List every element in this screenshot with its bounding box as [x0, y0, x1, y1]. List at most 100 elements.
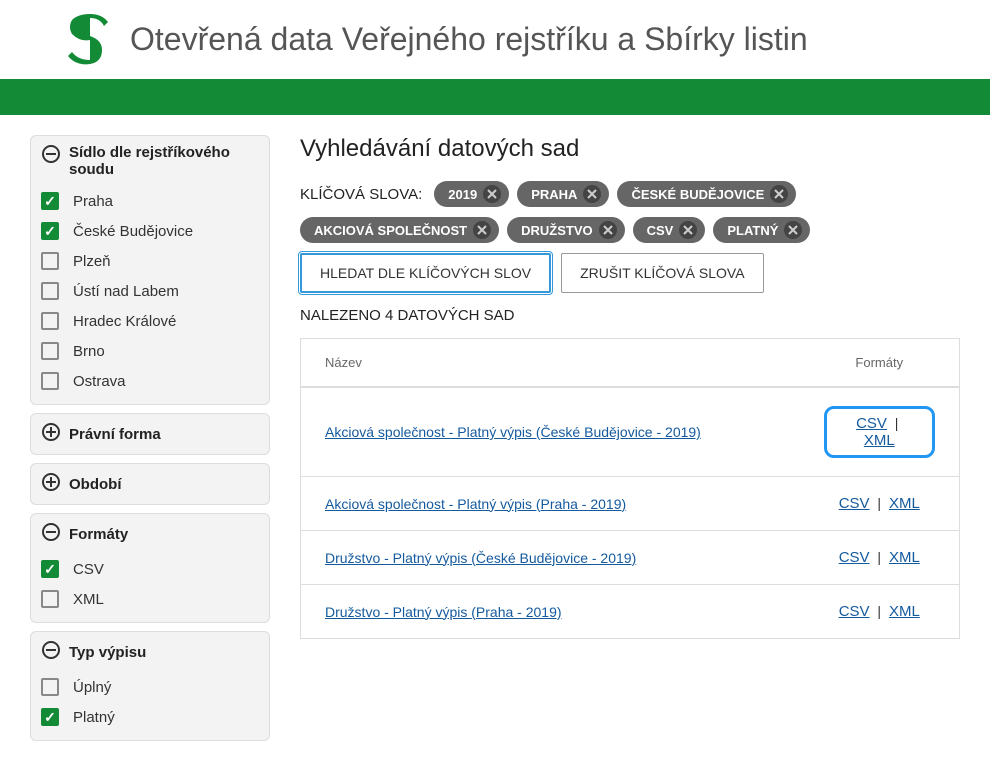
logo	[60, 12, 115, 67]
filter-title: Sídlo dle rejstříkového soudu	[69, 144, 259, 178]
filter-section: Typ výpisu Úplný ✓Platný	[30, 631, 270, 741]
filter-item[interactable]: ✓Platný	[41, 702, 259, 732]
keyword-chip: ČESKÉ BUDĚJOVICE	[617, 181, 796, 207]
button-row: HLEDAT DLE KLÍČOVÝCH SLOV ZRUŠIT KLÍČOVÁ…	[300, 253, 960, 293]
filter-item-label: České Budějovice	[73, 223, 193, 240]
filter-item[interactable]: ✓ Praha	[41, 186, 259, 216]
csv-link[interactable]: CSV	[839, 603, 870, 620]
filter-header[interactable]: Sídlo dle rejstříkového soudu	[31, 136, 269, 186]
formats-wrap: CSV | XML	[839, 603, 920, 619]
filter-item-label: Úplný	[73, 679, 111, 696]
filter-header[interactable]: Formáty	[31, 514, 269, 554]
filter-title: Typ výpisu	[69, 644, 146, 661]
remove-chip-icon[interactable]	[473, 221, 491, 239]
checkbox[interactable]	[41, 342, 59, 360]
remove-chip-icon[interactable]	[583, 185, 601, 203]
format-separator: |	[870, 603, 889, 619]
keyword-chip: AKCIOVÁ SPOLEČNOST	[300, 217, 499, 243]
clear-keywords-button[interactable]: ZRUŠIT KLÍČOVÁ SLOVA	[561, 253, 763, 293]
formats-wrap: CSV | XML	[839, 549, 920, 565]
table-row: Akciová společnost - Platný výpis (České…	[301, 387, 960, 477]
column-header-formats: Formáty	[800, 339, 960, 388]
xml-link[interactable]: XML	[889, 495, 920, 512]
xml-link[interactable]: XML	[889, 603, 920, 620]
filter-section: Formáty ✓ CSV XML	[30, 513, 270, 623]
chip-label: DRUŽSTVO	[521, 223, 593, 238]
collapse-icon	[41, 522, 61, 546]
format-separator: |	[887, 415, 903, 431]
filter-section: Sídlo dle rejstříkového soudu ✓ Praha ✓ Česk…	[30, 135, 270, 405]
results-table: Název Formáty Akciová společnost - Platn…	[300, 338, 960, 639]
checkbox[interactable]	[41, 678, 59, 696]
filter-item[interactable]: ✓ České Budějovice	[41, 216, 259, 246]
checkbox[interactable]	[41, 372, 59, 390]
filter-item[interactable]: Ústí nad Labem	[41, 276, 259, 306]
keyword-chip: DRUŽSTVO	[507, 217, 625, 243]
navbar	[0, 79, 990, 115]
csv-link[interactable]: CSV	[839, 549, 870, 566]
formats-wrap: CSV | XML	[839, 495, 920, 511]
remove-chip-icon[interactable]	[770, 185, 788, 203]
filter-item[interactable]: Hradec Králové	[41, 306, 259, 336]
table-row: Družstvo - Platný výpis (České Budějovic…	[301, 531, 960, 585]
filter-item[interactable]: XML	[41, 584, 259, 614]
filter-item[interactable]: Plzeň	[41, 246, 259, 276]
filter-item-label: Brno	[73, 343, 105, 360]
header: Otevřená data Veřejného rejstříku a Sbír…	[0, 0, 990, 79]
keyword-chip: PRAHA	[517, 181, 609, 207]
chip-label: PRAHA	[531, 187, 577, 202]
table-row: Akciová společnost - Platný výpis (Praha…	[301, 477, 960, 531]
search-button[interactable]: HLEDAT DLE KLÍČOVÝCH SLOV	[300, 253, 551, 293]
app-title: Otevřená data Veřejného rejstříku a Sbír…	[130, 21, 808, 58]
dataset-link[interactable]: Družstvo - Platný výpis (České Budějovic…	[325, 550, 636, 566]
filter-item-label: Hradec Králové	[73, 313, 176, 330]
filter-item[interactable]: Brno	[41, 336, 259, 366]
chip-label: AKCIOVÁ SPOLEČNOST	[314, 223, 467, 238]
filter-item[interactable]: ✓ CSV	[41, 554, 259, 584]
filter-title: Právní forma	[69, 426, 161, 443]
checkbox[interactable]	[41, 312, 59, 330]
dataset-link[interactable]: Akciová společnost - Platný výpis (České…	[325, 424, 701, 440]
checkbox[interactable]: ✓	[41, 192, 59, 210]
format-separator: |	[870, 495, 889, 511]
table-row: Družstvo - Platný výpis (Praha - 2019) CS…	[301, 585, 960, 639]
dataset-link[interactable]: Družstvo - Platný výpis (Praha - 2019)	[325, 604, 562, 620]
remove-chip-icon[interactable]	[679, 221, 697, 239]
filter-item-label: CSV	[73, 561, 104, 578]
chip-label: PLATNÝ	[727, 223, 778, 238]
filter-item-label: Plzeň	[73, 253, 111, 270]
remove-chip-icon[interactable]	[483, 185, 501, 203]
filter-item[interactable]: Ostrava	[41, 366, 259, 396]
filter-header[interactable]: Typ výpisu	[31, 632, 269, 672]
collapse-icon	[41, 144, 61, 168]
filter-item-label: XML	[73, 591, 104, 608]
checkbox[interactable]	[41, 282, 59, 300]
filter-section: Právní forma	[30, 413, 270, 455]
filter-header[interactable]: Období	[31, 464, 269, 504]
format-separator: |	[870, 549, 889, 565]
column-header-name: Název	[301, 339, 800, 388]
keyword-chip: CSV	[633, 217, 706, 243]
checkbox[interactable]: ✓	[41, 560, 59, 578]
result-count: NALEZENO 4 DATOVÝCH SAD	[300, 307, 960, 324]
filter-item[interactable]: Úplný	[41, 672, 259, 702]
chip-label: ČESKÉ BUDĚJOVICE	[631, 187, 764, 202]
checkbox[interactable]: ✓	[41, 222, 59, 240]
dataset-link[interactable]: Akciová společnost - Platný výpis (Praha…	[325, 496, 626, 512]
chip-label: CSV	[647, 223, 674, 238]
filter-header[interactable]: Právní forma	[31, 414, 269, 454]
remove-chip-icon[interactable]	[784, 221, 802, 239]
page-title: Vyhledávání datových sad	[300, 135, 960, 163]
collapse-icon	[41, 640, 61, 664]
csv-link[interactable]: CSV	[839, 495, 870, 512]
expand-icon	[41, 472, 61, 496]
checkbox[interactable]	[41, 252, 59, 270]
csv-link[interactable]: CSV	[856, 415, 887, 432]
xml-link[interactable]: XML	[864, 432, 895, 449]
keywords-row: KLÍČOVÁ SLOVA: 2019PRAHAČESKÉ BUDĚJOVICE	[300, 181, 960, 207]
remove-chip-icon[interactable]	[599, 221, 617, 239]
checkbox[interactable]: ✓	[41, 708, 59, 726]
checkbox[interactable]	[41, 590, 59, 608]
xml-link[interactable]: XML	[889, 549, 920, 566]
filter-item-label: Praha	[73, 193, 113, 210]
